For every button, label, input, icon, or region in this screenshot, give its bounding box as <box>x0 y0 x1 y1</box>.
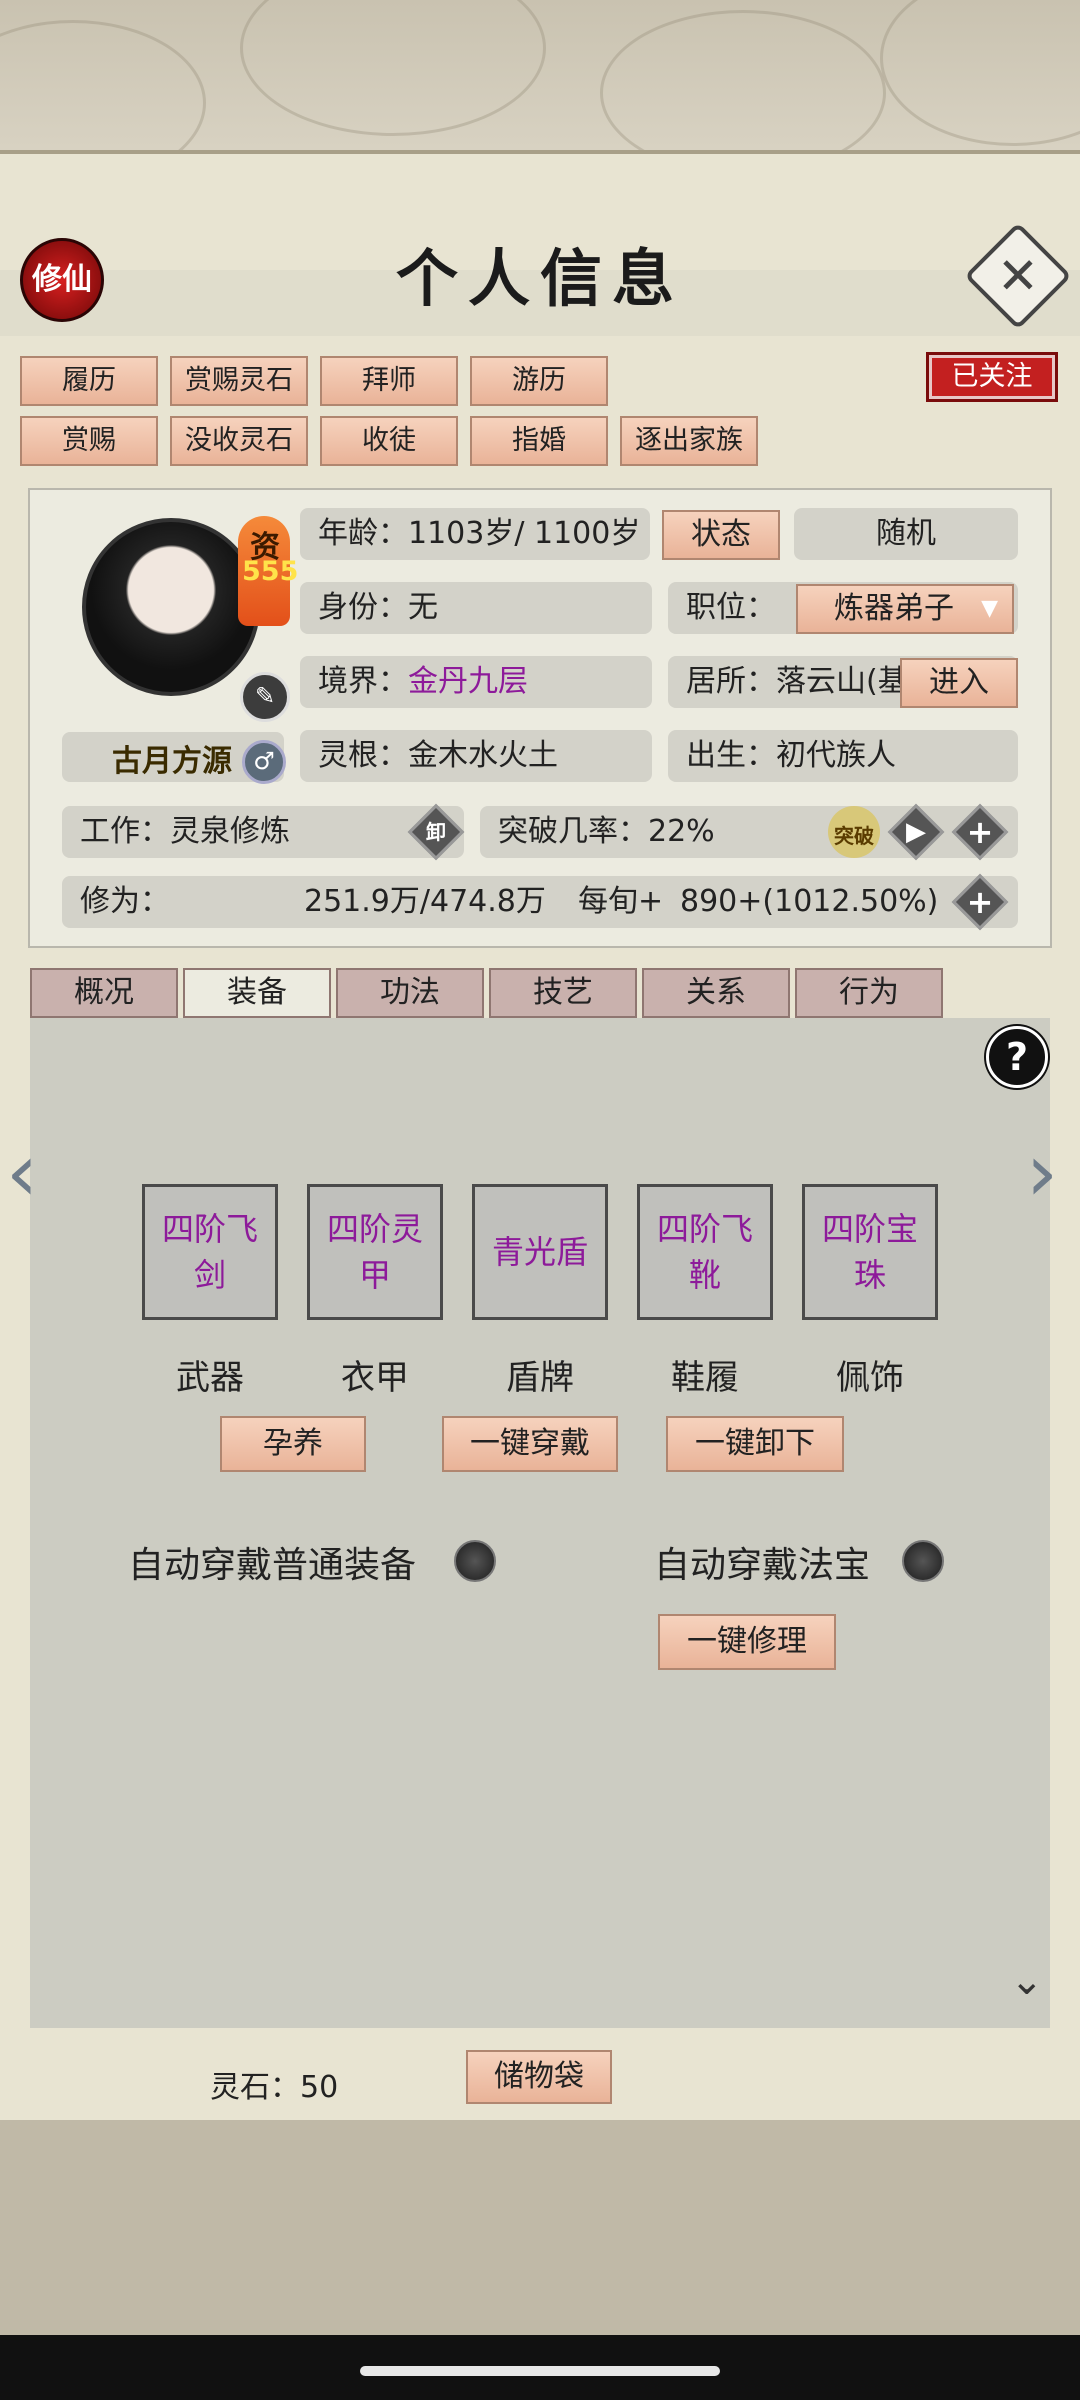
close-icon[interactable]: ✕ <box>986 244 1050 308</box>
nurture-button[interactable]: 孕养 <box>220 1416 366 1472</box>
collapse-icon[interactable]: ⌄ <box>1010 1958 1044 2004</box>
identity-value: 无 <box>408 590 438 625</box>
edit-icon[interactable]: ✎ <box>240 672 290 722</box>
auto-equip-treasure-toggle[interactable] <box>902 1540 944 1582</box>
reward-stones-button[interactable]: 赏赐灵石 <box>170 356 308 406</box>
auto-equip-treasure-label: 自动穿戴法宝 <box>654 1545 871 1586</box>
auto-equip-normal-toggle[interactable] <box>454 1540 496 1582</box>
boots-label: 鞋履 <box>671 1358 739 1398</box>
age-field: 年龄：1103岁/ 1100岁 <box>300 508 650 560</box>
unload-icon[interactable]: 卸 <box>410 806 462 858</box>
boots-slot[interactable]: 四阶飞靴 <box>637 1184 773 1320</box>
breakthrough-value: 22% <box>648 814 715 849</box>
avatar[interactable] <box>82 518 260 696</box>
page-title: 个人信息 <box>395 242 684 315</box>
male-icon: ♂ <box>242 740 286 784</box>
tab-actions[interactable]: 行为 <box>795 968 943 1018</box>
realm-label: 境界： <box>318 664 408 699</box>
repair-all-button[interactable]: 一键修理 <box>658 1614 836 1670</box>
followed-button[interactable]: 已关注 <box>926 352 1058 402</box>
character-name: 古月方源 <box>112 744 232 779</box>
identity-field: 身份：无 <box>300 582 652 634</box>
tab-relations[interactable]: 关系 <box>642 968 790 1018</box>
root-value: 金木水火土 <box>408 738 558 773</box>
plus-icon[interactable]: + <box>954 806 1006 858</box>
birth-label: 出生： <box>686 738 776 773</box>
cultivation-value: 251.9万/474.8万 <box>304 884 546 919</box>
realm-field: 境界：金丹九层 <box>300 656 652 708</box>
top-decorative-band <box>0 0 1080 186</box>
reward-button[interactable]: 赏赐 <box>20 416 158 466</box>
equip-all-button[interactable]: 一键穿戴 <box>442 1416 618 1472</box>
expel-button[interactable]: 逐出家族 <box>620 416 758 466</box>
position-label: 职位： <box>686 590 776 625</box>
next-arrow-icon[interactable]: › <box>1026 1126 1058 1219</box>
work-field: 工作：灵泉修炼 <box>62 806 464 858</box>
tab-techniques[interactable]: 功法 <box>336 968 484 1018</box>
breakthrough-badge: 突破 <box>834 824 874 848</box>
cultivation-label: 修为： <box>80 884 170 919</box>
equipment-panel <box>30 1018 1050 2028</box>
unequip-all-button[interactable]: 一键卸下 <box>666 1416 844 1472</box>
per-period-label: 每旬+ <box>578 884 664 919</box>
plus-icon[interactable]: + <box>954 876 1006 928</box>
status-button[interactable]: 状态 <box>662 510 780 560</box>
root-field: 灵根：金木水火土 <box>300 730 652 782</box>
root-label: 灵根： <box>318 738 408 773</box>
weapon-slot[interactable]: 四阶飞剑 <box>142 1184 278 1320</box>
enter-button[interactable]: 进入 <box>900 658 1018 708</box>
auto-equip-normal-label: 自动穿戴普通装备 <box>128 1545 417 1586</box>
weapon-label: 武器 <box>176 1358 244 1398</box>
talent-value: 555 <box>242 556 299 587</box>
birth-value: 初代族人 <box>776 738 896 773</box>
home-indicator[interactable] <box>360 2366 720 2376</box>
prev-arrow-icon[interactable]: ‹ <box>6 1126 38 1219</box>
storage-bag-button[interactable]: 储物袋 <box>466 2050 612 2104</box>
history-button[interactable]: 履历 <box>20 356 158 406</box>
cultivation-field: 修为： 251.9万/474.8万 每旬+ 890+(1012.50%) <box>62 876 1018 928</box>
position-dropdown[interactable]: 炼器弟子 ▼ <box>796 584 1014 634</box>
travel-button[interactable]: 游历 <box>470 356 608 406</box>
take-disciple-button[interactable]: 收徒 <box>320 416 458 466</box>
shield-label: 盾牌 <box>506 1358 574 1398</box>
armor-label: 衣甲 <box>341 1358 409 1398</box>
confiscate-stones-button[interactable]: 没收灵石 <box>170 416 308 466</box>
apprentice-button[interactable]: 拜师 <box>320 356 458 406</box>
realm-value: 金丹九层 <box>408 664 528 699</box>
identity-label: 身份： <box>318 590 408 625</box>
breakthrough-label: 突破几率： <box>498 814 648 849</box>
accessory-label: 佩饰 <box>836 1358 904 1398</box>
tab-skills[interactable]: 技艺 <box>489 968 637 1018</box>
per-period-value: 890+(1012.50%) <box>680 884 939 919</box>
position-value: 炼器弟子 <box>834 591 954 626</box>
random-button[interactable]: 随机 <box>794 508 1018 560</box>
help-icon[interactable]: ? <box>986 1026 1048 1088</box>
tab-overview[interactable]: 概况 <box>30 968 178 1018</box>
chevron-down-icon: ▼ <box>981 596 998 621</box>
tab-equipment[interactable]: 装备 <box>183 968 331 1018</box>
accessory-slot[interactable]: 四阶宝珠 <box>802 1184 938 1320</box>
birth-field: 出生：初代族人 <box>668 730 1018 782</box>
armor-slot[interactable]: 四阶灵甲 <box>307 1184 443 1320</box>
game-badge: 修仙 <box>20 238 104 322</box>
arrange-marriage-button[interactable]: 指婚 <box>470 416 608 466</box>
spirit-stones: 灵石：50 <box>210 2070 339 2105</box>
shield-slot[interactable]: 青光盾 <box>472 1184 608 1320</box>
play-icon[interactable]: ▶ <box>890 806 942 858</box>
